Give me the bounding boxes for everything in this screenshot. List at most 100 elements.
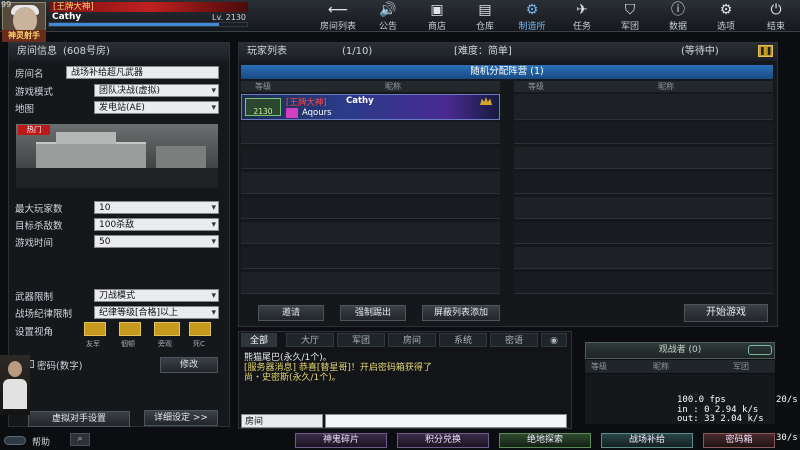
player-slot[interactable]	[514, 222, 773, 244]
player-slot[interactable]	[241, 172, 500, 194]
invite-button[interactable]: 邀请	[258, 305, 324, 321]
view-allies-icon[interactable]	[84, 322, 106, 336]
top-bar: 99 [王牌大神] Cathy Lv. 2130 ⟵ 房间列表 🔊 公告 ▣ 商店 ▤…	[0, 0, 800, 42]
chat-channel-select[interactable]: 房间	[241, 414, 323, 428]
left-columns-header: 等级 昵称	[241, 81, 500, 92]
tab-room[interactable]: 房间	[388, 333, 436, 347]
player-badge: 神灵射手	[2, 30, 46, 42]
kill-target-label: 目标杀敌数	[15, 221, 63, 232]
kill-target-select[interactable]: 100杀敌	[94, 218, 219, 232]
mission-icon: ✈	[576, 2, 588, 18]
password-label: 密码(数字)	[37, 361, 83, 372]
clan-icon	[286, 108, 298, 118]
observer-toggle-icon[interactable]	[748, 345, 772, 355]
discipline-label: 战场纪律限制	[15, 309, 73, 320]
eye-icon[interactable]: ◉	[541, 333, 567, 347]
battlefield-supply-button[interactable]: 战场补给	[601, 433, 693, 448]
view-personal-label: 個顿	[121, 340, 135, 348]
nav-mission[interactable]: ✈ 任务	[562, 2, 602, 32]
nav-clan[interactable]: ⛉ 军团	[610, 2, 650, 32]
kick-button[interactable]: 强制踢出	[340, 305, 406, 321]
fps-readout: 100.0 fps	[677, 395, 726, 405]
start-game-button[interactable]: 开始游戏	[684, 304, 768, 322]
ghost-fragments-button[interactable]: 神鬼碎片	[295, 433, 387, 448]
player-level: Lv. 2130	[212, 13, 247, 22]
max-players-select[interactable]: 10	[94, 201, 219, 215]
corner-stat: 30/s	[776, 433, 798, 443]
max-players-label: 最大玩家数	[15, 204, 63, 215]
player-slot[interactable]	[514, 172, 773, 194]
view-spectator-icon[interactable]	[154, 322, 180, 336]
pause-icon[interactable]: ❚❚	[758, 45, 773, 57]
xp-bar	[48, 22, 248, 27]
slot-name: Cathy	[346, 96, 374, 106]
help-toggle-icon[interactable]	[4, 436, 26, 445]
mode-select[interactable]: 团队决战(虚拟)	[94, 84, 219, 98]
tab-clan[interactable]: 军团	[337, 333, 385, 347]
gear-factory-icon: ⚙	[525, 2, 539, 18]
shield-icon: ⛉	[624, 2, 636, 18]
map-select[interactable]: 发电站(AE)	[94, 101, 219, 115]
back-arrow-icon: ⟵	[327, 2, 349, 18]
player-slot[interactable]	[514, 122, 773, 144]
map-label: 地图	[15, 104, 35, 115]
player-slot[interactable]	[514, 197, 773, 219]
player-slot[interactable]	[241, 197, 500, 219]
time-select[interactable]: 50	[94, 235, 219, 249]
host-crown-icon	[480, 97, 492, 105]
nav-notice[interactable]: 🔊 公告	[368, 2, 408, 32]
slot-clan: Aqours	[302, 108, 332, 118]
password-box-button[interactable]: 密码箱	[703, 433, 775, 448]
hot-tag: 热门	[18, 125, 50, 135]
virtual-opponent-button[interactable]: 虚拟对手设置	[28, 411, 130, 427]
player-slot[interactable]	[241, 247, 500, 269]
rank-icon: 2130	[245, 98, 281, 116]
player-slot[interactable]	[514, 147, 773, 169]
mode-label: 游戏模式	[15, 87, 54, 98]
room-info-header: 房间信息 (608号房)	[9, 43, 229, 61]
jedi-explore-button[interactable]: 绝地探索	[499, 433, 591, 448]
view-dead-label: 死C	[193, 340, 205, 348]
streamer-cam	[0, 355, 30, 415]
power-icon: ⏻	[770, 2, 782, 18]
briefcase-icon: ▤	[478, 2, 492, 18]
nav-exit[interactable]: ⏻ 结束	[756, 2, 796, 32]
player-slot[interactable]	[241, 222, 500, 244]
player-slot[interactable]	[241, 122, 500, 144]
search-icon[interactable]: ⌕	[70, 433, 90, 446]
player-slot[interactable]	[514, 94, 773, 120]
tab-all[interactable]: 全部	[241, 333, 277, 347]
nav-factory[interactable]: ⚙ 制造所	[512, 2, 552, 32]
player-slot[interactable]	[241, 147, 500, 169]
block-list-button[interactable]: 屏蔽列表添加	[422, 305, 500, 321]
tab-system[interactable]: 系统	[439, 333, 487, 347]
player-slot-1[interactable]: 2130 [王牌大神] Cathy Aqours	[241, 94, 500, 120]
view-label: 设置视角	[15, 327, 54, 338]
corner-number: 99	[1, 0, 12, 9]
right-columns-header: 等级 昵称	[514, 81, 773, 92]
chat-input[interactable]	[325, 414, 567, 428]
nav-room-list[interactable]: ⟵ 房间列表	[318, 2, 358, 32]
weapon-limit-label: 武器限制	[15, 292, 54, 303]
player-slot[interactable]	[514, 272, 773, 294]
weapon-limit-select[interactable]: 刀战模式	[94, 289, 219, 303]
view-spectator-label: 旁观	[158, 340, 172, 348]
modify-button[interactable]: 修改	[160, 357, 218, 373]
player-slot[interactable]	[514, 247, 773, 269]
player-slot[interactable]	[241, 272, 500, 294]
view-dead-icon[interactable]	[189, 322, 211, 336]
nav-options[interactable]: ⚙ 选项	[706, 2, 746, 32]
tab-whisper[interactable]: 密语	[490, 333, 538, 347]
help-label: 帮助	[32, 438, 51, 448]
nav-shop[interactable]: ▣ 商店	[417, 2, 457, 32]
tab-lobby[interactable]: 大厅	[286, 333, 334, 347]
view-personal-icon[interactable]	[119, 322, 141, 336]
room-name-field[interactable]: 战场补给超凡武器	[66, 66, 219, 79]
points-exchange-button[interactable]: 积分兑换	[397, 433, 489, 448]
info-icon: ⓘ	[671, 2, 685, 18]
discipline-select[interactable]: 纪律等级[合格]以上	[94, 306, 219, 320]
nav-storage[interactable]: ▤ 仓库	[465, 2, 505, 32]
nav-data[interactable]: ⓘ 数据	[658, 2, 698, 32]
detail-settings-button[interactable]: 详细设定 >>	[144, 410, 218, 426]
chat-line: 尚・史密斯(永久/1个)。	[244, 373, 341, 383]
